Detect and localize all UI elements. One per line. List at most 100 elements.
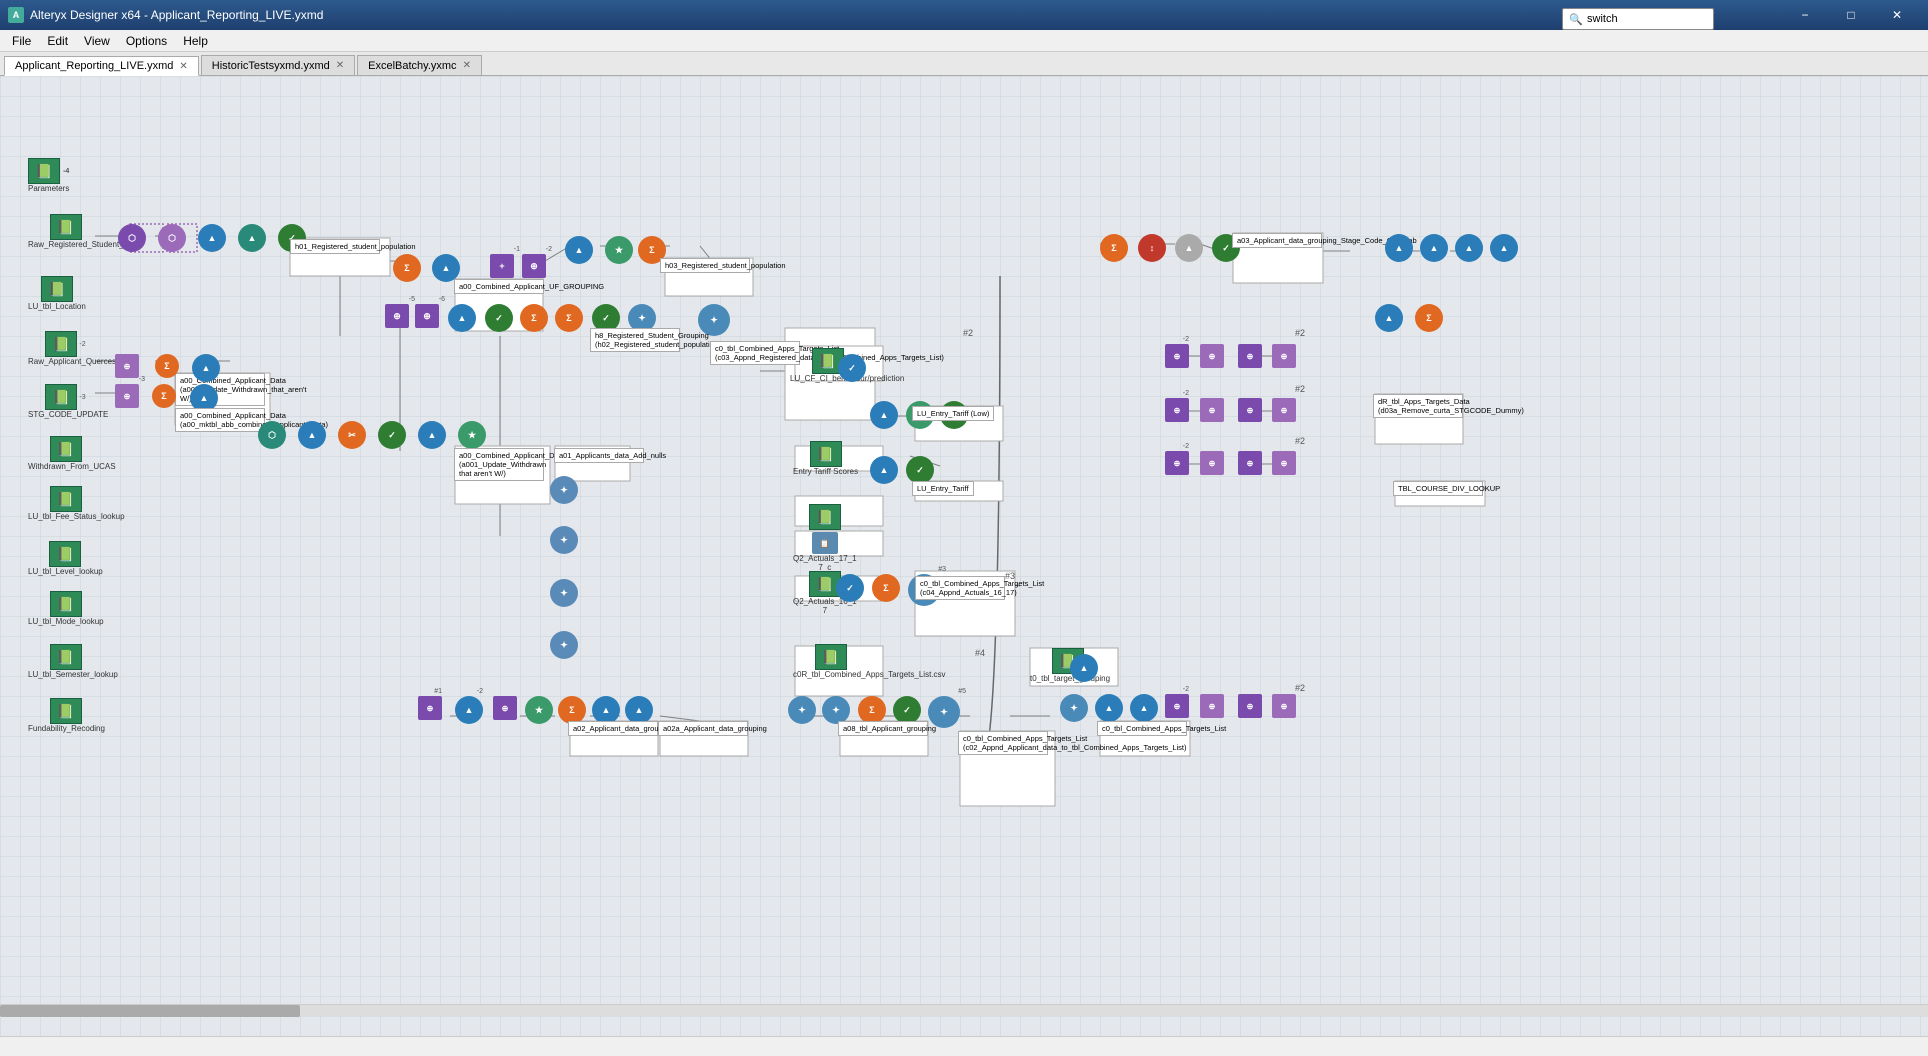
node-join-r8[interactable]: ⊕ bbox=[1272, 398, 1296, 422]
node-join-r2[interactable]: ⊕ bbox=[1200, 344, 1224, 368]
node-tri-5[interactable]: ▲ bbox=[298, 421, 326, 449]
node-tri-3[interactable]: ★ bbox=[605, 236, 633, 264]
node-tri-r5[interactable]: ▲ bbox=[1490, 234, 1518, 262]
node-sum-1[interactable]: Σ bbox=[393, 254, 421, 282]
node-join-r5[interactable]: ⊕ -2 bbox=[1165, 398, 1189, 422]
minimize-button[interactable]: − bbox=[1782, 0, 1828, 30]
node-tri-7[interactable]: ▲ bbox=[870, 401, 898, 429]
node-join-7[interactable]: ⊕ bbox=[115, 354, 139, 378]
node-check-8[interactable]: ✓ bbox=[893, 696, 921, 724]
node-star-6[interactable]: ✦ bbox=[550, 579, 578, 607]
box-c0-actuals[interactable]: c0_tbl_Combined_Apps_Targets_List (c04_A… bbox=[915, 576, 1005, 600]
node-join-6[interactable]: ⊕ -6 bbox=[415, 304, 439, 328]
node-star-5[interactable]: ✦ bbox=[550, 526, 578, 554]
node-tri-far1[interactable]: ▲ bbox=[1375, 304, 1403, 332]
node-tri-12[interactable]: ▲ bbox=[625, 696, 653, 724]
node-tri-r1[interactable]: ▲ bbox=[1175, 234, 1203, 262]
box-tbl-course-div[interactable]: TBL_COURSE_DIV_LOOKUP bbox=[1393, 481, 1483, 496]
node-tick-1[interactable]: ✓ bbox=[838, 354, 866, 382]
scrollbar-thumb[interactable] bbox=[0, 1005, 300, 1017]
maximize-button[interactable]: □ bbox=[1828, 0, 1874, 30]
node-tri-9[interactable]: ▲ bbox=[1070, 654, 1098, 682]
node-join-r16[interactable]: ⊕ bbox=[1272, 694, 1296, 718]
node-tri-r7[interactable]: ▲ bbox=[1130, 694, 1158, 722]
node-join-r6[interactable]: ⊕ bbox=[1200, 398, 1224, 422]
node-level-lookup[interactable]: 📗 LU_tbl_Level_lookup bbox=[28, 541, 103, 577]
tab1-close[interactable]: ✕ bbox=[179, 61, 187, 72]
tab-applicant-reporting[interactable]: Applicant_Reporting_LIVE.yxmd ✕ bbox=[4, 56, 199, 76]
node-check-2[interactable]: ✓ bbox=[485, 304, 513, 332]
menu-edit[interactable]: Edit bbox=[39, 32, 76, 50]
node-formula-4[interactable]: ✂ bbox=[338, 421, 366, 449]
node-fundability[interactable]: 📗 Fundability_Recoding bbox=[28, 698, 103, 734]
node-join-11[interactable]: ⊕ bbox=[493, 696, 517, 720]
node-tri-11[interactable]: ▲ bbox=[592, 696, 620, 724]
node-sum-r1[interactable]: Σ bbox=[1100, 234, 1128, 262]
menu-options[interactable]: Options bbox=[118, 32, 175, 50]
search-area[interactable]: 🔍 bbox=[1562, 8, 1714, 30]
node-join-r11[interactable]: ⊕ bbox=[1238, 451, 1262, 475]
node-join-r12[interactable]: ⊕ bbox=[1272, 451, 1296, 475]
box-h01[interactable]: h01_Registered_student_population bbox=[290, 239, 380, 254]
node-sum-5[interactable]: Σ bbox=[155, 354, 179, 378]
node-join-r4[interactable]: ⊕ bbox=[1272, 344, 1296, 368]
node-sum-far1[interactable]: Σ bbox=[1415, 304, 1443, 332]
node-withdrawn[interactable]: 📗 Withdrawn_From_UCAS bbox=[28, 436, 103, 472]
node-star-11[interactable]: ✦ bbox=[788, 696, 816, 724]
node-join-r1[interactable]: ⊕ -2 bbox=[1165, 344, 1189, 368]
node-formula-2[interactable]: ▲ bbox=[192, 354, 220, 382]
node-tri-r4[interactable]: ▲ bbox=[1455, 234, 1483, 262]
box-dr-apps-targets[interactable]: dR_tbl_Apps_Targets_Data (d03a_Remove_cu… bbox=[1373, 394, 1463, 418]
box-a00-mktbl[interactable]: a00_Combined_Applicant_Data (a001_Update… bbox=[175, 373, 265, 406]
node-star-7[interactable]: ✦ bbox=[550, 631, 578, 659]
box-h8[interactable]: h8_Registered_Student_Grouping (h02_Regi… bbox=[590, 328, 680, 352]
node-check-7[interactable]: ✓ bbox=[836, 574, 864, 602]
node-tri-2[interactable]: ▲ bbox=[565, 236, 593, 264]
menu-view[interactable]: View bbox=[76, 32, 118, 50]
tab-historic-tests[interactable]: HistoricTestsyxmd.yxmd ✕ bbox=[201, 55, 355, 75]
node-star-3[interactable]: ★ bbox=[458, 421, 486, 449]
box-c0-combined-right[interactable]: c0_tbl_Combined_Apps_Targets_List bbox=[1097, 721, 1187, 736]
node-tri-4[interactable]: ▲ bbox=[448, 304, 476, 332]
node-q2-actuals[interactable]: 📗 📋 Q2_Actuals_17_17_c bbox=[793, 504, 857, 573]
node-tri-r6[interactable]: ▲ bbox=[1095, 694, 1123, 722]
node-join-r7[interactable]: ⊕ bbox=[1238, 398, 1262, 422]
node-raw-registered[interactable]: 📗 Raw_Registered_Student_Data bbox=[28, 214, 103, 250]
node-join-r15[interactable]: ⊕ bbox=[1238, 694, 1262, 718]
node-tri-r3[interactable]: ▲ bbox=[1420, 234, 1448, 262]
node-join-9[interactable]: ⬡ bbox=[258, 421, 286, 449]
node-join-1[interactable]: ⬡ bbox=[118, 224, 146, 252]
node-parameters[interactable]: 📗 -4 Parameters bbox=[28, 158, 69, 194]
box-a001[interactable]: a00_Combined_Applicant_Data (a001_Update… bbox=[454, 448, 544, 481]
node-stg-code[interactable]: 📗 -3 STG_CODE_UPDATE bbox=[28, 384, 103, 420]
node-sum-7[interactable]: Σ bbox=[872, 574, 900, 602]
tab3-close[interactable]: ✕ bbox=[463, 60, 471, 71]
node-join-r9[interactable]: ⊕ -2 bbox=[1165, 451, 1189, 475]
node-join-r13[interactable]: ⊕ -2 bbox=[1165, 694, 1189, 718]
node-mode-lookup[interactable]: 📗 LU_tbl_Mode_lookup bbox=[28, 591, 103, 627]
node-lu-location[interactable]: 📗 LU_tbl_Location bbox=[28, 276, 86, 312]
node-join-10[interactable]: ⊕ #1 bbox=[418, 696, 442, 720]
box-c0[interactable]: c0_tbl_Combined_Apps_Targets_List (c03_A… bbox=[710, 341, 800, 365]
node-sum-3[interactable]: Σ bbox=[520, 304, 548, 332]
node-tri-6[interactable]: ▲ bbox=[418, 421, 446, 449]
node-tri-r2[interactable]: ▲ bbox=[1385, 234, 1413, 262]
node-join-r3[interactable]: ⊕ bbox=[1238, 344, 1262, 368]
search-input[interactable] bbox=[1587, 13, 1707, 25]
node-join-8[interactable]: ⊕ -3 bbox=[115, 384, 139, 408]
close-button[interactable]: ✕ bbox=[1874, 0, 1920, 30]
tab-excel-batch[interactable]: ExcelBatchy.yxmc ✕ bbox=[357, 55, 482, 75]
node-fee-status[interactable]: 📗 LU_tbl_Fee_Status_lookup bbox=[28, 486, 103, 522]
box-lu-entry-tariff[interactable]: LU_Entry_Tariff (Low) bbox=[912, 406, 994, 421]
tab2-close[interactable]: ✕ bbox=[336, 60, 344, 71]
box-a00[interactable]: a00_Combined_Applicant_UF_GROUPING bbox=[454, 279, 544, 294]
box-c0-bottom[interactable]: c0_tbl_Combined_Apps_Targets_List (c02_A… bbox=[958, 731, 1048, 755]
node-star-4[interactable]: ✦ bbox=[550, 476, 578, 504]
horizontal-scrollbar[interactable] bbox=[0, 1004, 1928, 1016]
node-semester-lookup[interactable]: 📗 LU_tbl_Semester_lookup bbox=[28, 644, 103, 680]
menu-help[interactable]: Help bbox=[175, 32, 216, 50]
box-a01[interactable]: a01_Applicants_data_Add_nulls bbox=[554, 448, 644, 463]
box-a02[interactable]: a02_Applicant_data_grouping bbox=[568, 721, 658, 736]
node-check-4[interactable]: ✓ bbox=[378, 421, 406, 449]
box-lu-entry-tariff-2[interactable]: LU_Entry_Tariff bbox=[912, 481, 974, 496]
